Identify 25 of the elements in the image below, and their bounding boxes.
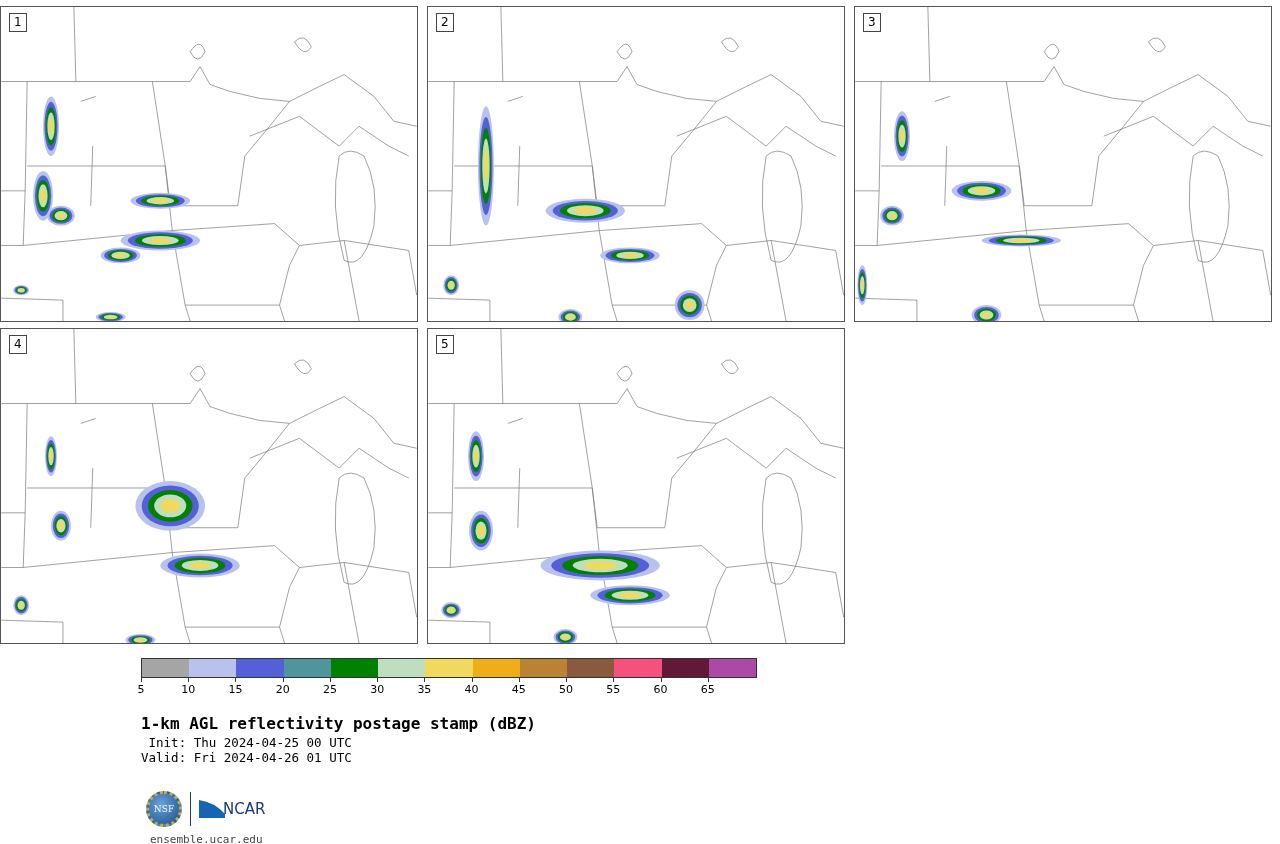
chart-title: 1-km AGL reflectivity postage stamp (dBZ): [141, 714, 537, 733]
website-url: ensemble.ucar.edu: [150, 833, 264, 844]
ncar-wordmark: NCAR: [223, 800, 266, 818]
tick-label: 30: [370, 683, 385, 696]
tick-label: 65: [700, 683, 715, 696]
tick-label: 15: [228, 683, 243, 696]
panel-number: 1: [9, 13, 27, 32]
nsf-logo: NSF: [146, 791, 182, 827]
tick-label: 60: [653, 683, 668, 696]
tick-label: 40: [464, 683, 479, 696]
tick-label: 20: [275, 683, 290, 696]
tick-label: 25: [322, 683, 337, 696]
panel-number: 5: [436, 335, 454, 354]
panel-number: 4: [9, 335, 27, 354]
tick-label: 55: [606, 683, 621, 696]
panel-number: 2: [436, 13, 454, 32]
tick-label: 50: [559, 683, 574, 696]
tick-label: 5: [137, 683, 145, 696]
valid-time: Valid: Fri 2024-04-26 01 UTC: [141, 750, 353, 765]
swoosh-icon: [199, 800, 225, 818]
init-time: Init: Thu 2024-04-25 00 UTC: [147, 735, 353, 750]
panel-number: 3: [863, 13, 881, 32]
tick-label: 35: [417, 683, 432, 696]
tick-label: 10: [181, 683, 196, 696]
tick-label: 45: [511, 683, 526, 696]
